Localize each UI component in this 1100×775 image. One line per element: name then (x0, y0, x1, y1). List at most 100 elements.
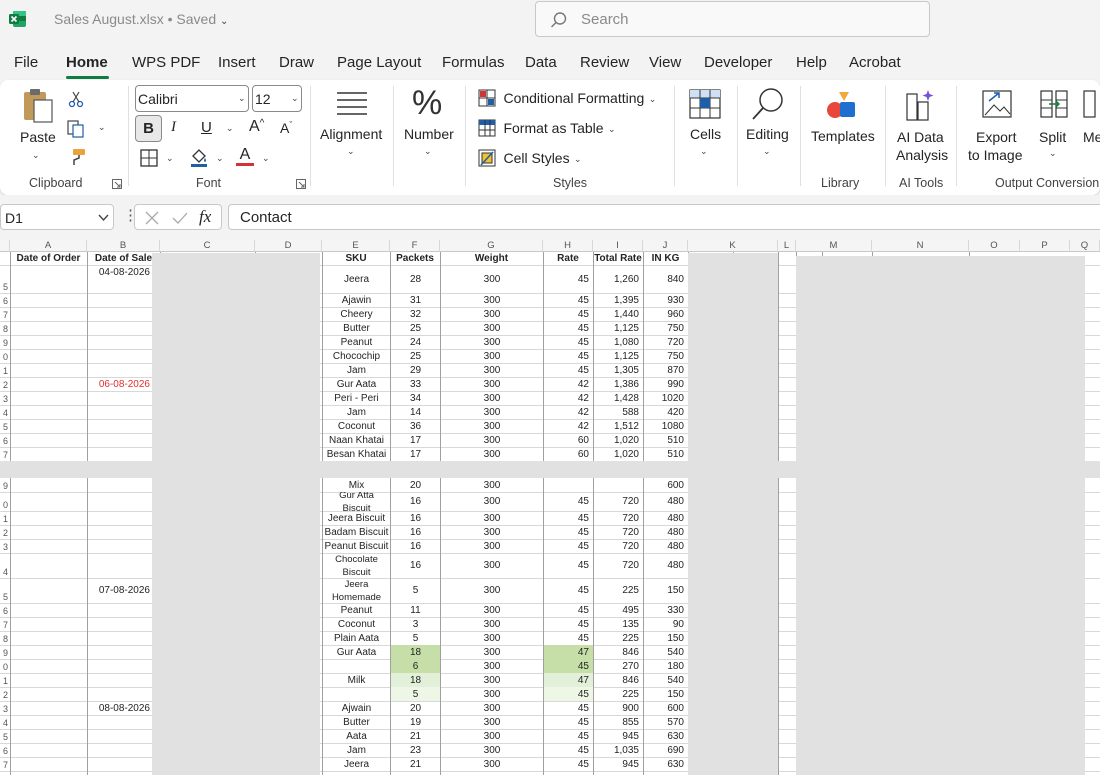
cell-total[interactable]: 1,020 (594, 433, 643, 447)
cell-total[interactable]: 720 (594, 492, 643, 511)
cell-rate[interactable]: 45 (544, 729, 593, 743)
cell-weight[interactable]: 300 (441, 349, 543, 363)
cell-total[interactable]: 135 (594, 617, 643, 631)
cell-kg[interactable]: 630 (644, 729, 688, 743)
cell-sku[interactable]: Jeera (323, 265, 390, 293)
cell-sku[interactable]: Coconut (323, 617, 390, 631)
cell-total[interactable]: 1,020 (594, 447, 643, 461)
cell-sku[interactable]: Aata (323, 729, 390, 743)
cell-sku[interactable]: Jeera Biscuit (323, 511, 390, 525)
cell-rate[interactable]: 60 (544, 447, 593, 461)
cell-kg[interactable]: 540 (644, 645, 688, 659)
cell-total[interactable]: 720 (594, 553, 643, 578)
font-name-dropdown[interactable]: Calibri ⌄ (135, 85, 249, 112)
format-painter-icon[interactable] (67, 148, 87, 166)
paste-button[interactable]: Paste ⌄ (18, 86, 58, 166)
cell-total[interactable]: 588 (594, 405, 643, 419)
cell-total[interactable]: 846 (594, 645, 643, 659)
cell-rate[interactable]: 45 (544, 492, 593, 511)
spreadsheet-grid[interactable]: ABCDEFGHIJKLMNOPQ Date of Order Date of S… (0, 240, 1100, 775)
cell-total[interactable]: 855 (594, 715, 643, 729)
cell-sku[interactable]: Jeera Homemade (323, 578, 390, 603)
dialog-launcher-icon[interactable] (296, 179, 306, 189)
cell-total[interactable]: 1,125 (594, 349, 643, 363)
cell-rate[interactable]: 60 (544, 433, 593, 447)
cell-weight[interactable]: 300 (441, 335, 543, 349)
document-title[interactable]: Sales August.xlsx • Saved ⌄ (54, 11, 228, 27)
cell-weight[interactable]: 300 (441, 729, 543, 743)
cell-kg[interactable]: 930 (644, 293, 688, 307)
cell-sku[interactable]: Peanut (323, 603, 390, 617)
number-button[interactable]: % Number ⌄ (400, 84, 458, 166)
cell-sku[interactable]: Butter (323, 321, 390, 335)
editing-button[interactable]: Editing ⌄ (744, 86, 792, 166)
cell-weight[interactable]: 300 (441, 659, 543, 673)
cell-weight[interactable]: 300 (441, 645, 543, 659)
cell-packets[interactable]: 17 (391, 433, 440, 447)
name-box[interactable]: D1 (0, 204, 114, 230)
cell-styles-button[interactable]: Cell Styles ⌄ (478, 149, 582, 169)
cell-weight[interactable]: 300 (441, 743, 543, 757)
cell-packets[interactable]: 31 (391, 293, 440, 307)
cell-sku[interactable] (323, 659, 390, 673)
cell-kg[interactable]: 990 (644, 377, 688, 391)
cell-rate[interactable]: 45 (544, 349, 593, 363)
cell-kg[interactable]: 150 (644, 631, 688, 645)
export-to-image-button[interactable]: Export to Image (964, 86, 1030, 166)
cell-sku[interactable]: Coconut (323, 419, 390, 433)
cell-weight[interactable]: 300 (441, 701, 543, 715)
cell-weight[interactable]: 300 (441, 492, 543, 511)
date-of-sale[interactable]: 07-08-2026 (88, 578, 154, 603)
cell-total[interactable]: 1,080 (594, 335, 643, 349)
cell-rate[interactable]: 45 (544, 511, 593, 525)
cell-rate[interactable]: 47 (544, 645, 593, 659)
cell-rate[interactable]: 42 (544, 419, 593, 433)
underline-button[interactable]: U (201, 119, 212, 136)
split-button[interactable]: Split ⌄ (1036, 86, 1072, 166)
cell-total[interactable]: 225 (594, 631, 643, 645)
cell-rate[interactable]: 45 (544, 293, 593, 307)
cancel-icon[interactable] (145, 211, 159, 225)
cell-sku[interactable] (323, 687, 390, 701)
font-color-button[interactable]: A (236, 146, 254, 166)
chevron-down-icon[interactable]: ⌄ (216, 153, 224, 164)
menu-developer[interactable]: Developer (704, 54, 772, 71)
cell-sku[interactable]: Badam Biscuit (323, 525, 390, 539)
cell-kg[interactable]: 1080 (644, 419, 688, 433)
cell-weight[interactable]: 300 (441, 603, 543, 617)
cell-kg[interactable]: 720 (644, 335, 688, 349)
cell-rate[interactable]: 45 (544, 757, 593, 771)
cell-rate[interactable]: 45 (544, 617, 593, 631)
cell-rate[interactable]: 45 (544, 321, 593, 335)
cell-weight[interactable]: 300 (441, 391, 543, 405)
cell-kg[interactable]: 750 (644, 349, 688, 363)
cell-sku[interactable]: Chocochip (323, 349, 390, 363)
cell-packets[interactable]: 16 (391, 525, 440, 539)
cell-weight[interactable]: 300 (441, 525, 543, 539)
menu-file[interactable]: File (14, 54, 38, 71)
cell-rate[interactable]: 42 (544, 405, 593, 419)
templates-button[interactable]: Templates (808, 86, 876, 146)
cell-packets[interactable]: 3 (391, 617, 440, 631)
cell-kg[interactable]: 960 (644, 307, 688, 321)
menu-insert[interactable]: Insert (218, 54, 256, 71)
cell-weight[interactable]: 300 (441, 511, 543, 525)
cell-weight[interactable]: 300 (441, 673, 543, 687)
cell-packets[interactable]: 28 (391, 265, 440, 293)
cell-total[interactable]: 1,260 (594, 265, 643, 293)
cell-sku[interactable]: Gur Atta Biscuit (323, 492, 390, 511)
dialog-launcher-icon[interactable] (112, 179, 122, 189)
cell-packets[interactable]: 5 (391, 578, 440, 603)
cell-packets[interactable]: 20 (391, 478, 440, 492)
cell-kg[interactable]: 480 (644, 539, 688, 553)
more-button[interactable]: Me (1080, 86, 1100, 146)
cell-total[interactable]: 1,125 (594, 321, 643, 335)
cell-sku[interactable]: Butter (323, 715, 390, 729)
cell-weight[interactable]: 300 (441, 321, 543, 335)
cell-total[interactable]: 1,395 (594, 293, 643, 307)
cell-kg[interactable]: 630 (644, 757, 688, 771)
cell-packets[interactable]: 18 (391, 673, 440, 687)
cell-packets[interactable]: 16 (391, 492, 440, 511)
cell-sku[interactable]: Ajwain (323, 701, 390, 715)
cell-sku[interactable]: Besan Khatai (323, 447, 390, 461)
